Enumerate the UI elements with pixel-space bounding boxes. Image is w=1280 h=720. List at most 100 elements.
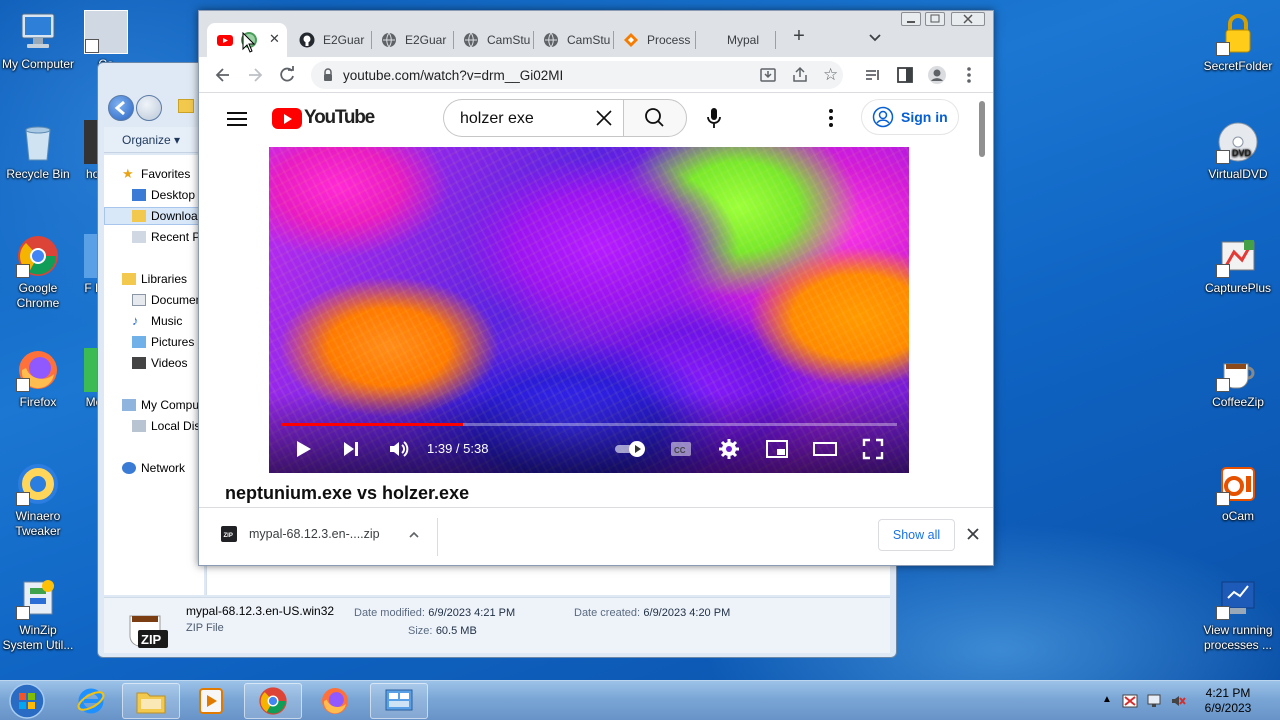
video-title: neptunium.exe vs holzer.exe	[225, 483, 470, 503]
maximize-icon	[930, 14, 940, 23]
forward-button[interactable]	[136, 95, 162, 121]
volume-icon	[390, 441, 409, 457]
video-player[interactable]: 1:39 / 5:38 CC	[269, 147, 909, 473]
download-item[interactable]: ZIP mypal-68.12.3.en-....zip	[221, 526, 380, 542]
forward-button[interactable]	[245, 65, 265, 85]
desktop-icon-google-chrome[interactable]: Google Chrome	[0, 234, 76, 311]
back-button[interactable]	[213, 65, 233, 85]
desktop-icon-secretfolder[interactable]: SecretFolder	[1198, 12, 1278, 74]
share-icon[interactable]	[791, 66, 809, 84]
search-button[interactable]	[623, 99, 687, 137]
theater-mode-button[interactable]	[813, 437, 837, 461]
show-hidden-icons-button[interactable]: ▲	[1102, 694, 1112, 705]
reading-list-icon	[866, 70, 879, 80]
chrome-window[interactable]: ✕ E2Guar E2Guar CamStu CamStu Process My…	[198, 10, 994, 566]
libraries-icon	[122, 273, 136, 285]
play-button[interactable]	[291, 437, 315, 461]
youtube-logo[interactable]: YouTube	[272, 107, 375, 129]
tab-close-icon[interactable]: ✕	[269, 31, 280, 47]
tab-e2guardian-1[interactable]: E2Guar	[289, 23, 371, 57]
close-icon	[967, 528, 979, 540]
process-viewer-icon	[1216, 576, 1260, 620]
skip-next-icon	[344, 442, 358, 456]
organize-menu[interactable]: Organize ▾	[122, 133, 180, 147]
desktop-icon-virtualdvd[interactable]: DVD VirtualDVD	[1198, 120, 1278, 182]
control-panel-icon	[385, 689, 413, 711]
desktop-icon-view-running-processes[interactable]: View running processes ...	[1198, 576, 1278, 653]
address-bar[interactable]: youtube.com/watch?v=drm__Gi02MI ☆	[311, 61, 843, 89]
page-scrollbar[interactable]	[979, 101, 985, 157]
start-button[interactable]	[4, 682, 50, 720]
maximize-button[interactable]	[925, 12, 945, 26]
side-panel-button[interactable]	[895, 65, 915, 85]
windows-orb-icon	[9, 683, 45, 719]
kebab-menu-icon	[829, 109, 833, 127]
chrome-menu-button[interactable]	[959, 65, 979, 85]
sign-in-button[interactable]: Sign in	[861, 99, 959, 135]
mute-button[interactable]	[387, 437, 411, 461]
autoplay-toggle[interactable]	[613, 437, 649, 461]
url-text: youtube.com/watch?v=drm__Gi02MI	[343, 68, 564, 83]
taskbar-firefox[interactable]	[306, 683, 364, 719]
tab-camstudio-1[interactable]: CamStu	[453, 23, 533, 57]
voice-search-button[interactable]	[705, 107, 723, 129]
desktop-icon-ocam[interactable]: oCam	[1198, 462, 1278, 524]
desktop-icon-firefox[interactable]: Firefox	[0, 348, 76, 410]
desktop-icon-my-computer[interactable]: My Computer	[0, 10, 76, 72]
video-progress-bar[interactable]	[281, 423, 897, 426]
next-button[interactable]	[339, 437, 363, 461]
video-time: 1:39 / 5:38	[427, 441, 489, 456]
new-tab-button[interactable]: +	[787, 25, 811, 49]
tab-process[interactable]: Process	[613, 23, 695, 57]
tab-search-button[interactable]	[865, 27, 885, 47]
music-icon: ♪	[132, 313, 139, 328]
network-tray-icon[interactable]	[1146, 693, 1162, 709]
youtube-play-logo-icon	[272, 107, 302, 129]
settings-menu-button[interactable]	[827, 107, 835, 129]
taskbar-internet-explorer[interactable]	[62, 683, 120, 719]
tray-app-icon[interactable]	[1122, 693, 1138, 709]
close-download-shelf-button[interactable]	[965, 526, 981, 542]
tab-camstudio-2[interactable]: CamStu	[533, 23, 613, 57]
camera-icon	[84, 10, 128, 54]
desktop-icon-recycle-bin[interactable]: Recycle Bin	[0, 120, 76, 182]
miniplayer-button[interactable]	[765, 437, 789, 461]
bookmark-star-icon[interactable]: ☆	[823, 65, 838, 85]
documents-icon	[132, 294, 146, 306]
clear-search-icon[interactable]	[594, 108, 614, 128]
taskbar-windows-explorer[interactable]	[122, 683, 180, 719]
captions-button[interactable]: CC	[669, 437, 693, 461]
settings-button[interactable]	[717, 437, 741, 461]
taskbar-clock[interactable]: 4:21 PM 6/9/2023	[1186, 686, 1270, 716]
profile-button[interactable]	[927, 65, 947, 85]
desktop-icon-winaero-tweaker[interactable]: Winaero Tweaker	[0, 462, 76, 539]
search-input[interactable]: holzer exe	[443, 99, 623, 137]
tab-e2guardian-2[interactable]: E2Guar	[371, 23, 453, 57]
close-window-button[interactable]	[951, 12, 985, 26]
show-all-downloads-button[interactable]: Show all	[878, 519, 955, 551]
recent-places-icon	[132, 231, 146, 243]
account-circle-icon	[872, 106, 894, 128]
install-app-icon[interactable]	[759, 66, 777, 84]
videos-icon	[132, 357, 146, 369]
taskbar-media-player[interactable]	[182, 683, 240, 719]
winzip-icon	[16, 576, 60, 620]
download-options-button[interactable]	[407, 528, 421, 542]
fullscreen-button[interactable]	[861, 437, 885, 461]
nav-downloads[interactable]: Downloads	[104, 207, 206, 225]
taskbar-control-panel[interactable]	[370, 683, 428, 719]
reload-button[interactable]	[277, 65, 297, 85]
download-file-name: mypal-68.12.3.en-....zip	[249, 527, 380, 541]
desktop-icon-captureplus[interactable]: CapturePlus	[1198, 234, 1278, 296]
volume-muted-icon[interactable]	[1170, 693, 1186, 709]
tab-mypal[interactable]: Mypal	[695, 23, 775, 57]
desktop-icon-winzip-system-utilities[interactable]: WinZip System Util...	[0, 576, 76, 653]
microphone-icon	[707, 108, 721, 128]
gear-icon	[719, 439, 739, 459]
minimize-button[interactable]	[901, 12, 921, 26]
taskbar-google-chrome[interactable]	[244, 683, 302, 719]
reading-list-button[interactable]	[863, 65, 883, 85]
back-button[interactable]	[108, 95, 134, 121]
desktop-icon-coffeezip[interactable]: CoffeeZip	[1198, 348, 1278, 410]
hamburger-menu-button[interactable]	[227, 111, 247, 127]
